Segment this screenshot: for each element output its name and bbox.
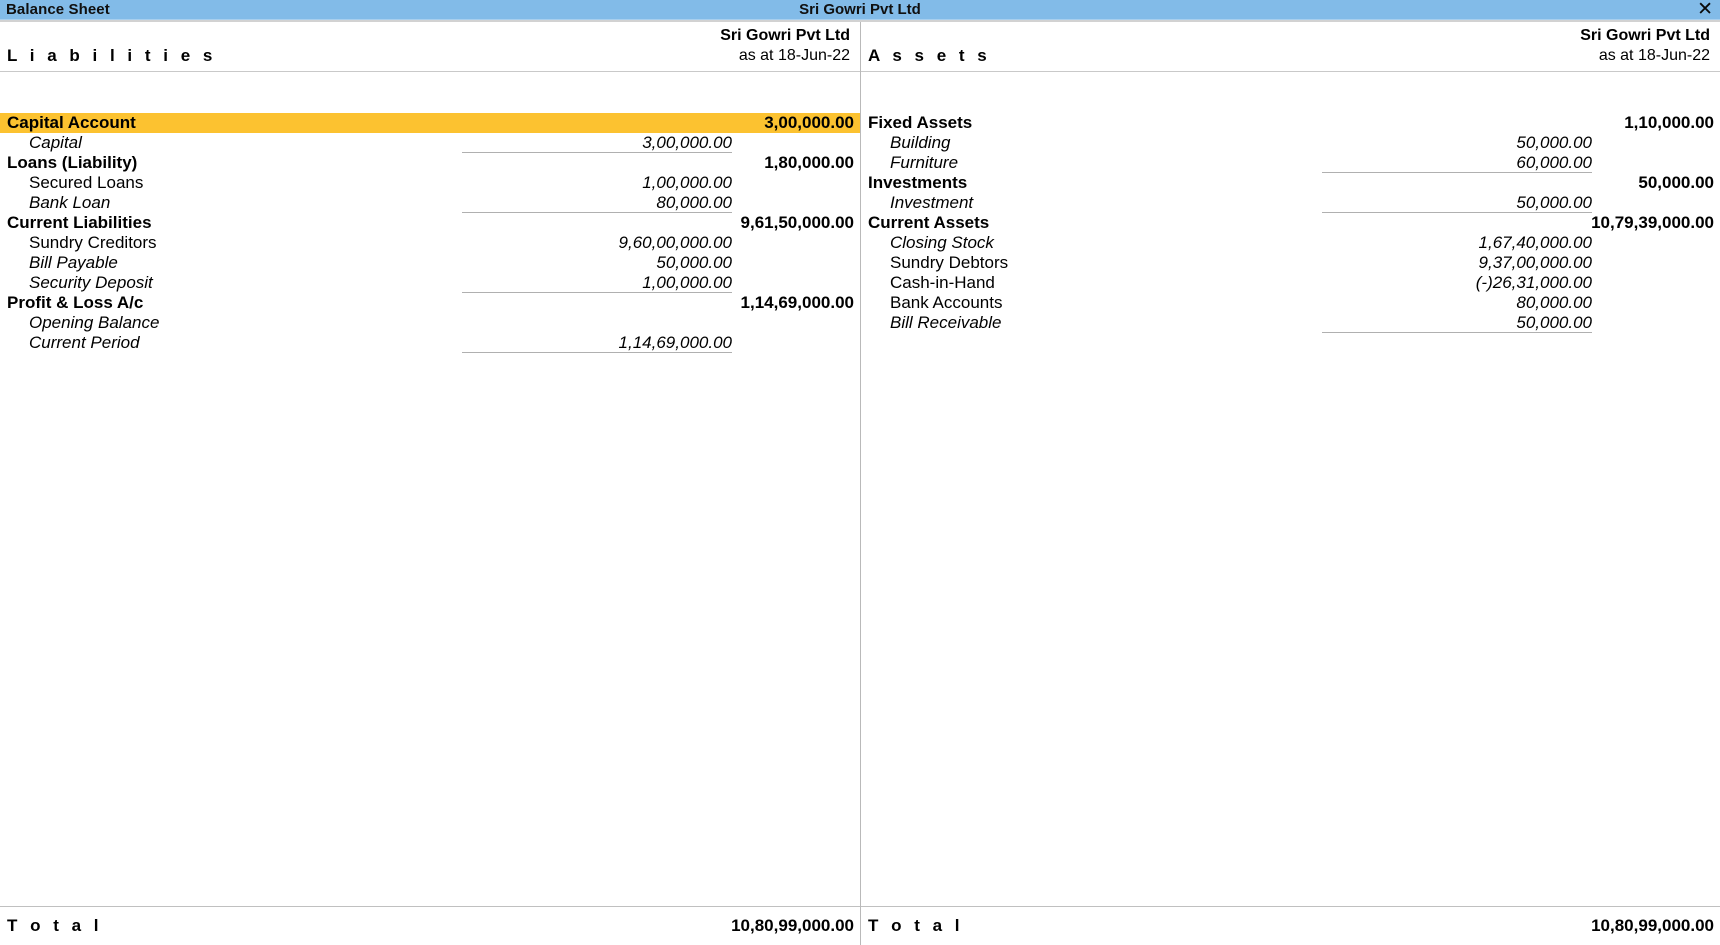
close-icon[interactable]: ✕ [1697,0,1713,19]
ledger-amount: 1,00,000.00 [642,173,732,192]
ledger-amount: 50,000.00 [1322,193,1592,213]
group-label: Investments [868,173,968,192]
group-amount: 10,79,39,000.00 [1591,213,1714,232]
ledger-amount: 50,000.00 [656,253,732,272]
liabilities-total-row: T o t a l 10,80,99,000.00 [0,906,860,945]
ledger-row[interactable]: Sundry Debtors 9,37,00,000.00 [861,253,1720,273]
ledger-amount: 1,67,40,000.00 [1478,233,1592,252]
ledger-label: Investment [890,193,974,212]
group-label: Profit & Loss A/c [7,293,144,312]
ledger-label: Building [890,133,951,152]
ledger-amount: 50,000.00 [1322,313,1592,333]
ledger-label: Capital [29,133,82,152]
group-row[interactable]: Current Liabilities 9,61,50,000.00 [0,213,860,233]
group-label: Fixed Assets [868,113,973,132]
ledger-row[interactable]: Bill Receivable 50,000.00 [861,313,1720,333]
ledger-label: Security Deposit [29,273,153,292]
group-row[interactable]: Current Assets 10,79,39,000.00 [861,213,1720,233]
group-row[interactable]: Loans (Liability) 1,80,000.00 [0,153,860,173]
company-title: Sri Gowri Pvt Ltd [799,1,921,18]
group-label: Current Assets [868,213,990,232]
group-amount: 9,61,50,000.00 [740,213,854,232]
assets-total-row: T o t a l 10,80,99,000.00 [861,906,1720,945]
ledger-amount: 9,37,00,000.00 [1478,253,1592,272]
ledger-label: Furniture [890,153,959,172]
group-amount: 50,000.00 [1638,173,1714,192]
ledger-row[interactable]: Bank Loan 80,000.00 [0,193,860,213]
ledger-row[interactable]: Building 50,000.00 [861,133,1720,153]
ledger-amount: 60,000.00 [1322,153,1592,173]
group-amount: 1,10,000.00 [1624,113,1714,132]
ledger-row[interactable]: Capital 3,00,000.00 [0,133,860,153]
ledger-row[interactable]: Furniture 60,000.00 [861,153,1720,173]
ledger-label: Bank Accounts [890,293,1003,312]
liabilities-period-header: Sri Gowri Pvt Ltd as at 18-Jun-22 [720,26,850,66]
ledger-label: Sundry Debtors [890,253,1009,272]
ledger-label: Current Period [29,333,140,352]
group-row[interactable]: Fixed Assets 1,10,000.00 [861,113,1720,133]
group-amount: 1,14,69,000.00 [740,293,854,312]
assets-column-title: A s s e t s [868,46,991,65]
ledger-row[interactable]: Investment 50,000.00 [861,193,1720,213]
liabilities-rows: Capital Account 3,00,000.00 Capital 3,00,00… [0,73,860,892]
ledger-label: Closing Stock [890,233,994,252]
ledger-amount: 80,000.00 [462,193,732,213]
ledger-amount: 80,000.00 [1516,293,1592,312]
ledger-row[interactable]: Sundry Creditors 9,60,00,000.00 [0,233,860,253]
ledger-label: Bill Payable [29,253,118,272]
assets-total-label: T o t a l [868,916,964,935]
ledger-label: Sundry Creditors [29,233,157,252]
ledger-row[interactable]: Closing Stock 1,67,40,000.00 [861,233,1720,253]
group-label: Loans (Liability) [7,153,138,172]
group-label: Capital Account [7,113,136,132]
balance-sheet-panes: L i a b i l i t i e s Sri Gowri Pvt Ltd … [0,22,1720,945]
window-title-bar: Balance Sheet Sri Gowri Pvt Ltd ✕ [0,0,1720,20]
group-label: Current Liabilities [7,213,152,232]
ledger-label: Bill Receivable [890,313,1002,332]
group-amount: 3,00,000.00 [764,113,854,132]
ledger-label: Secured Loans [29,173,144,192]
balance-sheet: L i a b i l i t i e s Sri Gowri Pvt Ltd … [0,20,1720,945]
liabilities-column-title: L i a b i l i t i e s [7,46,217,65]
ledger-label: Bank Loan [29,193,111,212]
ledger-row[interactable]: Security Deposit 1,00,000.00 [0,273,860,293]
ledger-label: Opening Balance [29,313,160,332]
assets-company-name: Sri Gowri Pvt Ltd [1580,27,1710,44]
liabilities-company-name: Sri Gowri Pvt Ltd [720,27,850,44]
group-row[interactable]: Capital Account 3,00,000.00 [0,113,860,133]
group-row[interactable]: Profit & Loss A/c 1,14,69,000.00 [0,293,860,313]
ledger-amount: 3,00,000.00 [462,133,732,153]
assets-rows: Fixed Assets 1,10,000.00 Building 50,000.00… [861,73,1720,892]
ledger-amount: 1,14,69,000.00 [462,333,732,353]
ledger-label: Cash-in-Hand [890,273,995,292]
assets-header: A s s e t s Sri Gowri Pvt Ltd as at 18-J… [861,22,1720,72]
ledger-row[interactable]: Bank Accounts 80,000.00 [861,293,1720,313]
assets-pane: A s s e t s Sri Gowri Pvt Ltd as at 18-J… [860,22,1720,945]
liabilities-total-amount: 10,80,99,000.00 [731,916,854,935]
ledger-amount: (-)26,31,000.00 [1475,273,1592,292]
liabilities-pane: L i a b i l i t i e s Sri Gowri Pvt Ltd … [0,22,860,945]
group-amount: 1,80,000.00 [764,153,854,172]
liabilities-header: L i a b i l i t i e s Sri Gowri Pvt Ltd … [0,22,860,72]
ledger-row[interactable]: Cash-in-Hand (-)26,31,000.00 [861,273,1720,293]
ledger-amount: 9,60,00,000.00 [618,233,732,252]
ledger-row[interactable]: Bill Payable 50,000.00 [0,253,860,273]
ledger-row[interactable]: Secured Loans 1,00,000.00 [0,173,860,193]
assets-as-at-date: as at 18-Jun-22 [1598,47,1710,64]
assets-period-header: Sri Gowri Pvt Ltd as at 18-Jun-22 [1580,26,1710,66]
ledger-row[interactable]: Opening Balance [0,313,860,333]
ledger-amount: 1,00,000.00 [462,273,732,293]
group-row[interactable]: Investments 50,000.00 [861,173,1720,193]
ledger-row[interactable]: Current Period 1,14,69,000.00 [0,333,860,353]
liabilities-as-at-date: as at 18-Jun-22 [738,47,850,64]
liabilities-total-label: T o t a l [7,916,103,935]
assets-total-amount: 10,80,99,000.00 [1591,916,1714,935]
ledger-amount: 50,000.00 [1516,133,1592,152]
